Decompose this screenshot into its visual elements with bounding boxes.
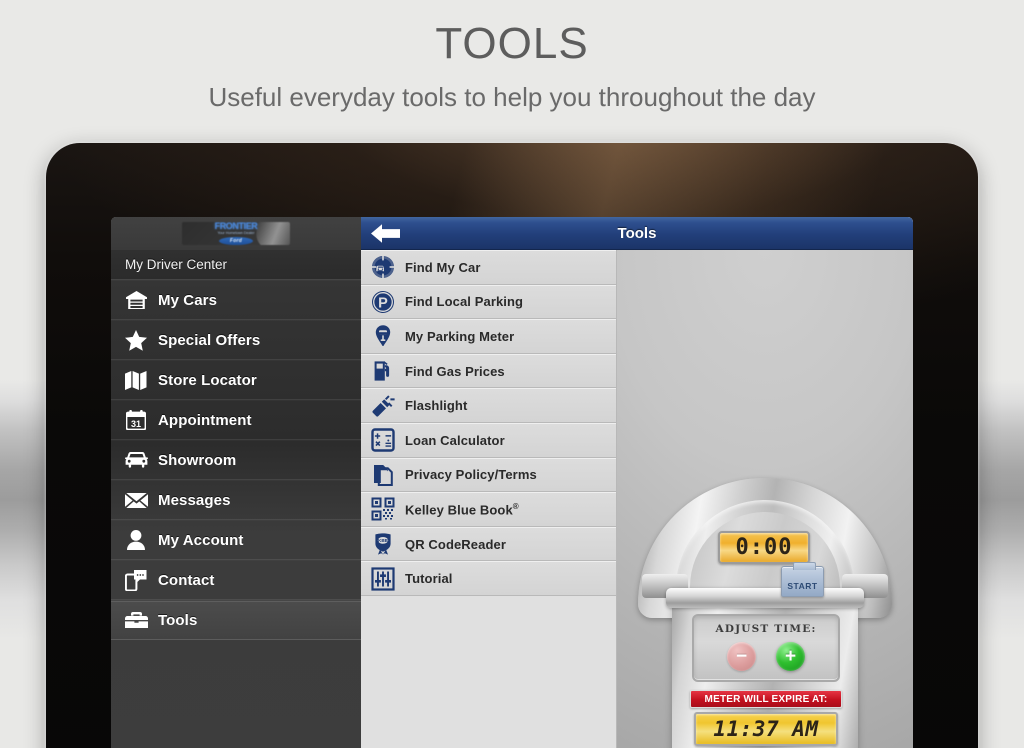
parking-meter-icon — [369, 323, 397, 349]
gas-pump-icon — [369, 358, 397, 384]
qr-code-icon — [369, 496, 397, 522]
meter-time-display: 0:00 — [718, 531, 810, 564]
tool-item-label: Find Local Parking — [405, 294, 524, 310]
sidebar-item-contact[interactable]: Contact — [111, 560, 361, 600]
svg-text:31: 31 — [131, 419, 141, 429]
adjust-time-label: ADJUST TIME: — [715, 623, 817, 635]
sidebar-item-label: Messages — [158, 491, 231, 509]
page-title: TOOLS — [435, 19, 589, 68]
tool-item-label: Kelley Blue Book® — [405, 501, 519, 518]
sidebar-item-tools[interactable]: Tools — [111, 600, 361, 640]
sidebar-item-showroom[interactable]: Showroom — [111, 440, 361, 480]
tool-item-label: Find My Car — [405, 259, 481, 275]
logo-swoosh — [252, 222, 290, 245]
parking-meter-graphic: 0:00 START ADJUST TIME: − + METER WILL E… — [630, 478, 900, 748]
content-body: Find My Car P Find Local Parking My Park… — [361, 250, 913, 748]
person-icon — [114, 520, 158, 560]
frontier-ford-logo: FRONTIER Your Hometown Dealer Ford — [182, 222, 290, 245]
tool-item-label: QR CodeReader — [405, 536, 506, 552]
parking-p-icon: P — [369, 289, 397, 315]
tool-item-label: Tutorial — [405, 571, 453, 587]
decrease-time-button[interactable]: − — [727, 642, 756, 671]
adjust-time-buttons: − + — [727, 642, 805, 671]
meter-time-value: 0:00 — [735, 534, 793, 560]
back-arrow-icon[interactable] — [371, 222, 401, 245]
app-navbar: Tools — [361, 217, 913, 250]
sidebar-item-label: Special Offers — [158, 331, 261, 349]
sidebar-section-title: My Driver Center — [111, 250, 361, 280]
meter-body-cap — [666, 588, 864, 608]
navbar-title: Tools — [617, 224, 657, 242]
logo-ford-oval: Ford — [219, 237, 253, 245]
parking-meter-detail-pane: 0:00 START ADJUST TIME: − + METER WILL E… — [617, 250, 913, 748]
sidebar-item-messages[interactable]: Messages — [111, 480, 361, 520]
adjust-time-panel: ADJUST TIME: − + — [692, 614, 840, 682]
tool-item-qr-codereader[interactable]: Kelley Blue Book® — [361, 492, 616, 527]
sidebar-item-appointment[interactable]: 31 Appointment — [111, 400, 361, 440]
sliders-icon — [369, 566, 397, 592]
calculator-icon — [369, 427, 397, 453]
star-icon — [114, 320, 158, 360]
flashlight-icon — [369, 393, 397, 419]
logo-tagline-text: Your Hometown Dealer — [217, 231, 255, 235]
tool-item-label: Find Gas Prices — [405, 363, 505, 379]
sidebar-item-label: My Account — [158, 531, 244, 549]
tools-list-empty-area — [361, 595, 616, 748]
tool-item-tutorial[interactable]: Tutorial — [361, 561, 616, 596]
tool-item-find-gas-prices[interactable]: Find Gas Prices — [361, 353, 616, 389]
app-sidebar: FRONTIER Your Hometown Dealer Ford My Dr… — [111, 217, 361, 748]
meter-expire-banner: METER WILL EXPIRE AT: — [690, 690, 842, 708]
meter-expire-time-value: 11:37 AM — [713, 716, 819, 741]
sidebar-item-label: Store Locator — [158, 371, 257, 389]
tool-item-label: My Parking Meter — [405, 328, 515, 344]
sidebar-item-label: Showroom — [158, 451, 237, 469]
logo-brand-text: FRONTIER — [214, 222, 258, 231]
contact-phone-icon — [114, 560, 158, 600]
sidebar-item-label: My Cars — [158, 291, 218, 309]
kbb-badge-icon: KBB — [369, 531, 397, 557]
tool-item-label: Flashlight — [405, 398, 468, 414]
sidebar-item-store-locator[interactable]: Store Locator — [111, 360, 361, 400]
sidebar-item-my-cars[interactable]: My Cars — [111, 280, 361, 320]
tool-item-privacy-policy-terms[interactable]: Privacy Policy/Terms — [361, 457, 616, 493]
svg-text:KBB: KBB — [378, 538, 389, 543]
tool-item-kelley-blue-book[interactable]: KBB QR CodeReader — [361, 526, 616, 562]
increase-time-button[interactable]: + — [776, 642, 805, 671]
tool-item-flashlight[interactable]: Flashlight — [361, 388, 616, 423]
sidebar-item-label: Appointment — [158, 411, 252, 429]
app-content: Tools Find My Car P Find Local Parking M… — [361, 217, 913, 748]
tool-item-label: Loan Calculator — [405, 432, 505, 448]
tool-item-find-my-car[interactable]: Find My Car — [361, 250, 616, 285]
find-my-car-icon — [369, 254, 397, 280]
page-subtitle: Useful everyday tools to help you throug… — [208, 82, 816, 112]
calendar-icon: 31 — [114, 400, 158, 440]
car-icon — [114, 440, 158, 480]
envelope-icon — [114, 480, 158, 520]
sidebar-item-my-account[interactable]: My Account — [111, 520, 361, 560]
sidebar-logo-row: FRONTIER Your Hometown Dealer Ford — [111, 217, 361, 250]
tablet-screen: FRONTIER Your Hometown Dealer Ford My Dr… — [111, 217, 913, 748]
meter-expire-banner-label: METER WILL EXPIRE AT: — [704, 693, 828, 705]
tool-item-my-parking-meter[interactable]: My Parking Meter — [361, 319, 616, 354]
tool-item-label: Privacy Policy/Terms — [405, 467, 537, 483]
sidebar-item-label: Contact — [158, 571, 215, 589]
page-header: TOOLS Useful everyday tools to help you … — [0, 0, 1024, 112]
sidebar-item-special-offers[interactable]: Special Offers — [111, 320, 361, 360]
tools-list: Find My Car P Find Local Parking My Park… — [361, 250, 617, 748]
meter-expire-display: 11:37 AM — [694, 712, 838, 746]
documents-icon — [369, 462, 397, 488]
map-icon — [114, 360, 158, 400]
tool-item-loan-calculator[interactable]: Loan Calculator — [361, 422, 616, 458]
start-button[interactable]: START — [781, 562, 824, 597]
toolbox-icon — [114, 600, 158, 640]
svg-text:P: P — [378, 295, 388, 311]
tool-item-find-local-parking[interactable]: P Find Local Parking — [361, 284, 616, 320]
tablet-device-frame: FRONTIER Your Hometown Dealer Ford My Dr… — [46, 143, 978, 748]
start-button-label: START — [787, 581, 818, 591]
garage-icon — [114, 280, 158, 320]
sidebar-item-label: Tools — [158, 611, 198, 629]
